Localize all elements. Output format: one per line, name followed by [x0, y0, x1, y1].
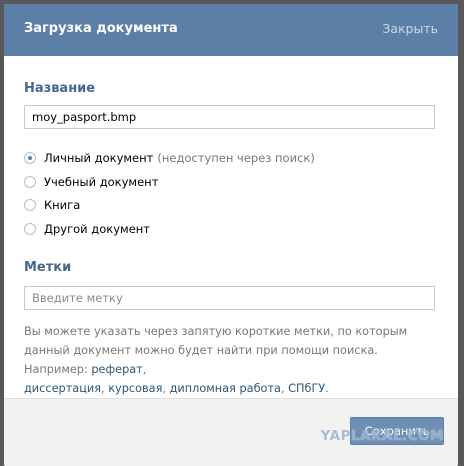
- dialog-header: Загрузка документа Закрыть: [4, 4, 458, 56]
- radio-checked-icon: [24, 152, 36, 164]
- close-link[interactable]: Закрыть: [382, 21, 438, 36]
- watermark: YAPLAKAL.COM: [320, 428, 444, 444]
- radio-unchecked-icon: [24, 176, 36, 188]
- example-tag-link[interactable]: курсовая: [108, 382, 162, 395]
- tags-input[interactable]: [24, 286, 435, 310]
- radio-label: Личный документ: [44, 151, 154, 165]
- example-tag-link[interactable]: дипломная работа: [170, 382, 281, 395]
- radio-other-document[interactable]: Другой документ: [24, 220, 150, 238]
- upload-document-dialog: Загрузка документа Закрыть Название Личн…: [4, 4, 458, 466]
- radio-unchecked-icon: [24, 223, 36, 235]
- dialog-title: Загрузка документа: [24, 21, 178, 36]
- radio-hint: (недоступен через поиск): [157, 151, 315, 165]
- example-tag-link[interactable]: диссертация: [24, 382, 101, 395]
- radio-label: Другой документ: [44, 222, 151, 236]
- radio-book[interactable]: Книга: [24, 196, 80, 214]
- help-separator: ,: [142, 363, 147, 376]
- document-name-input[interactable]: [24, 105, 435, 129]
- radio-label: Книга: [44, 198, 81, 212]
- radio-study-document[interactable]: Учебный документ: [24, 173, 158, 191]
- help-end: .: [325, 382, 329, 395]
- page-backdrop: Загрузка документа Закрыть Название Личн…: [0, 0, 464, 466]
- name-label: Название: [24, 81, 96, 96]
- example-tag-link[interactable]: СПбГУ: [288, 382, 325, 395]
- tags-label: Метки: [24, 260, 72, 275]
- tags-help-text: Вы можете указать через запятую короткие…: [24, 322, 444, 398]
- help-text: Вы можете указать через запятую короткие…: [24, 325, 408, 376]
- example-tag-link[interactable]: реферат: [91, 363, 142, 376]
- radio-label: Учебный документ: [44, 175, 159, 189]
- radio-unchecked-icon: [24, 199, 36, 211]
- help-separator: ,: [162, 382, 170, 395]
- radio-personal-document[interactable]: Личный документ (недоступен через поиск): [24, 149, 315, 167]
